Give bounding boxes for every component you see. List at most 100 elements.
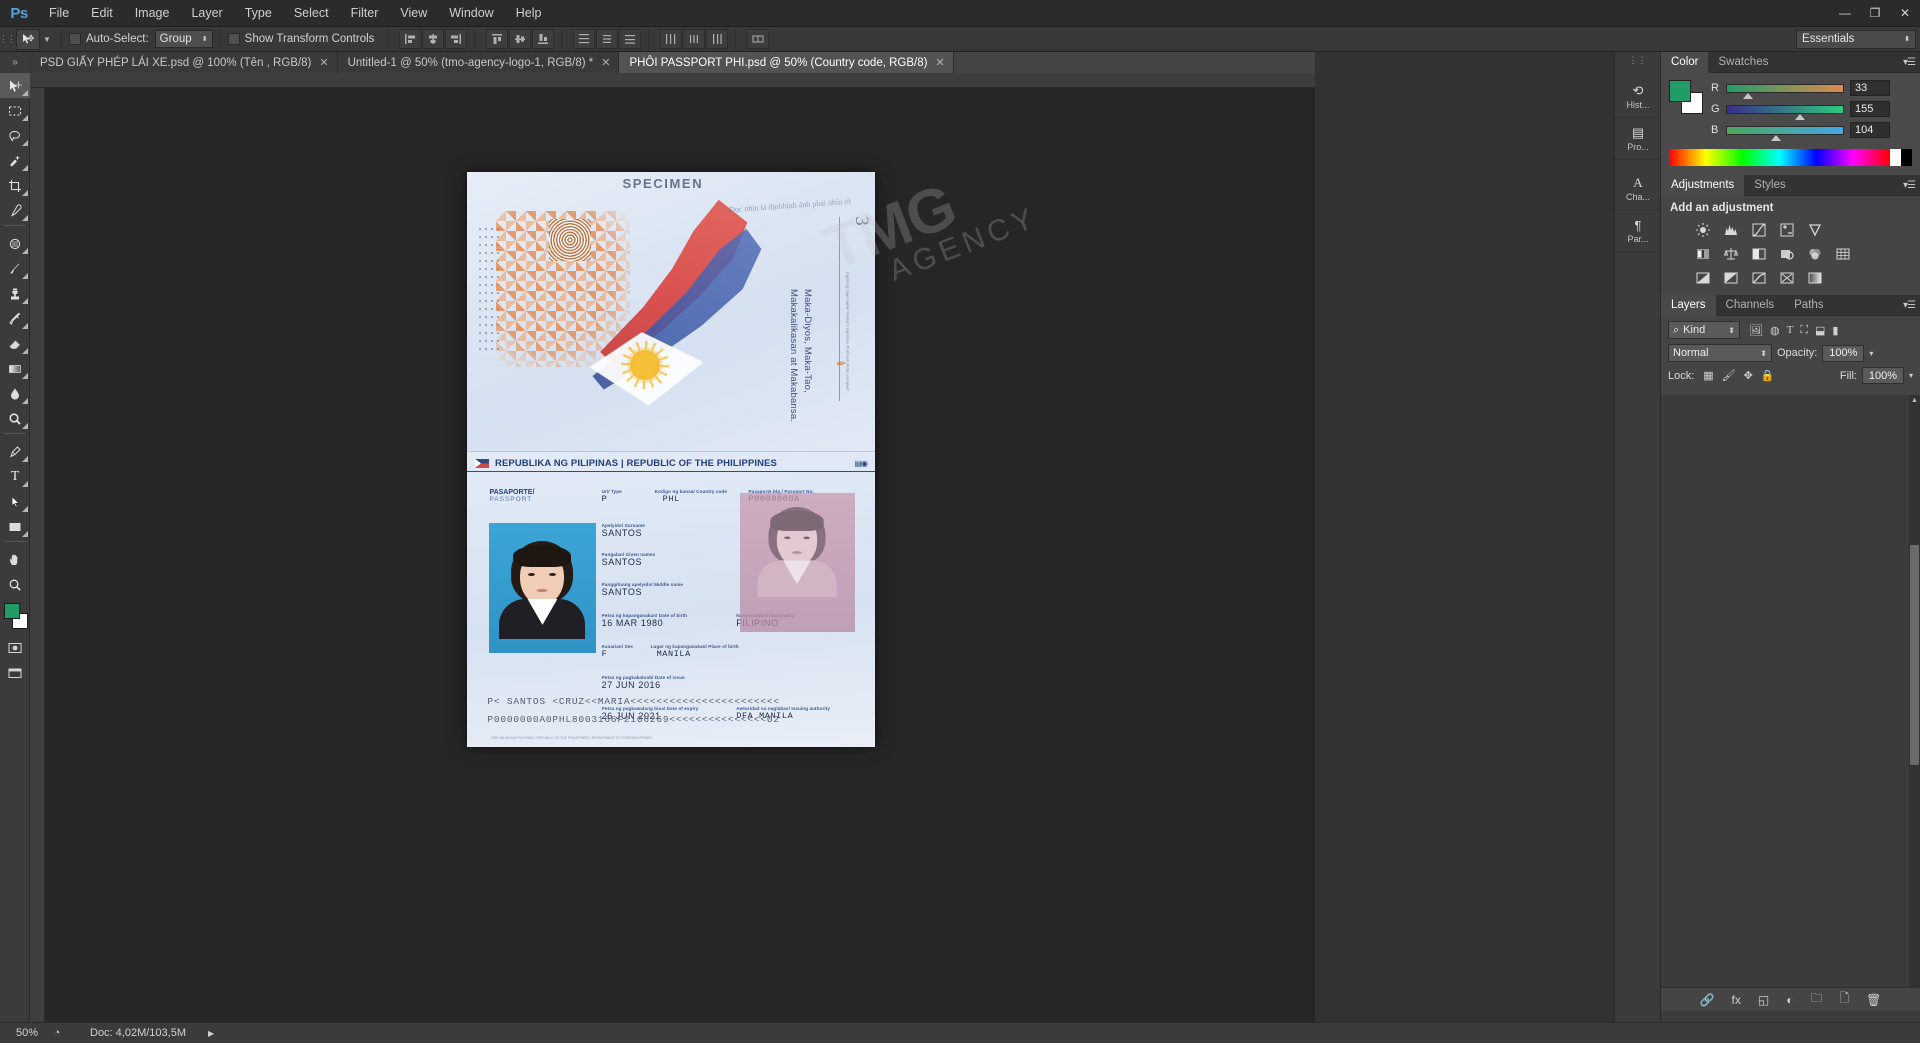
filter-smart-objects-icon[interactable]: ⬓ bbox=[1815, 324, 1825, 337]
tool-spot-healing-brush[interactable] bbox=[0, 231, 30, 256]
workspace-switcher[interactable]: Essentials ⬍ bbox=[1796, 29, 1916, 49]
distribute-top-icon[interactable] bbox=[573, 29, 596, 49]
color-balance-icon[interactable] bbox=[1722, 245, 1739, 262]
posterize-icon[interactable] bbox=[1722, 269, 1739, 286]
new-layer-icon[interactable]: 🗋 bbox=[1840, 989, 1850, 1010]
layer-mask-icon[interactable]: ◱ bbox=[1758, 993, 1769, 1007]
tool-preset-caret-icon[interactable]: ▼ bbox=[40, 35, 54, 44]
canvas-area[interactable]: SPECIMEN Đọc nhìn là địnhhình ảnh phải n… bbox=[45, 88, 1315, 1022]
maximize-button[interactable]: ❐ bbox=[1860, 0, 1890, 27]
lock-image-pixels-icon[interactable]: 🖌 bbox=[1722, 369, 1736, 382]
tool-screen-mode[interactable] bbox=[0, 660, 30, 685]
curves-icon[interactable] bbox=[1750, 221, 1767, 238]
link-layers-icon[interactable]: 🔗 bbox=[1700, 993, 1715, 1007]
opacity-value[interactable]: 100% bbox=[1822, 344, 1865, 362]
dock-mini-grip[interactable]: ⋮⋮ bbox=[1615, 52, 1660, 68]
filter-shape-layers-icon[interactable]: ⛶ bbox=[1800, 324, 1808, 337]
fill-dropdown-arrow-icon[interactable]: ▾ bbox=[1909, 371, 1913, 380]
filter-toggle-switch[interactable]: ▮ bbox=[1832, 324, 1838, 337]
lock-transparent-pixels-icon[interactable]: ▦ bbox=[1703, 369, 1713, 382]
vibrance-icon[interactable] bbox=[1806, 221, 1823, 238]
tab-color[interactable]: Color bbox=[1661, 51, 1709, 73]
color-lookup-icon[interactable] bbox=[1834, 245, 1851, 262]
menu-type[interactable]: Type bbox=[234, 0, 283, 27]
spectrum-white-swatch[interactable] bbox=[1890, 149, 1901, 166]
channel-g-slider[interactable] bbox=[1726, 104, 1844, 120]
new-group-icon[interactable]: 🗀 bbox=[1810, 989, 1822, 1010]
menu-file[interactable]: File bbox=[38, 0, 80, 27]
align-bottom-edges-icon[interactable] bbox=[532, 29, 555, 49]
layer-filter-kind-dropdown[interactable]: ⌕ Kind ⬍ bbox=[1668, 321, 1740, 339]
invert-icon[interactable] bbox=[1694, 269, 1711, 286]
panel-paragraph-collapsed[interactable]: ¶ Par... bbox=[1615, 210, 1661, 252]
tab-paths[interactable]: Paths bbox=[1784, 295, 1833, 316]
align-horizontal-centers-icon[interactable] bbox=[422, 29, 445, 49]
tool-quick-selection[interactable] bbox=[0, 148, 30, 173]
layers-panel-menu-icon[interactable]: ▾☰ bbox=[1903, 300, 1916, 311]
tool-quick-mask[interactable] bbox=[0, 635, 30, 660]
move-tool-icon[interactable] bbox=[16, 28, 40, 50]
menu-layer[interactable]: Layer bbox=[180, 0, 233, 27]
tab-document-3[interactable]: PHÔI PASSPORT PHI.psd @ 50% (Country cod… bbox=[619, 52, 954, 73]
channel-r-slider[interactable] bbox=[1726, 83, 1844, 99]
tab-close-icon-1[interactable]: ✕ bbox=[319, 56, 328, 69]
tab-document-2[interactable]: Untitled-1 @ 50% (tmo-agency-logo-1, RGB… bbox=[337, 52, 620, 73]
tool-move[interactable] bbox=[0, 73, 30, 98]
adjustments-panel-menu-icon[interactable]: ▾☰ bbox=[1903, 180, 1916, 191]
horizontal-ruler[interactable] bbox=[30, 73, 1315, 88]
panel-history-collapsed[interactable]: ⟲ Hist... bbox=[1615, 76, 1661, 118]
black-white-icon[interactable] bbox=[1750, 245, 1767, 262]
tool-rectangular-marquee[interactable] bbox=[0, 98, 30, 123]
menu-image[interactable]: Image bbox=[124, 0, 181, 27]
delete-layer-icon[interactable]: 🗑 bbox=[1866, 993, 1881, 1007]
tab-adjustments[interactable]: Adjustments bbox=[1661, 174, 1745, 196]
tool-eraser[interactable] bbox=[0, 331, 30, 356]
filter-adjustment-layers-icon[interactable]: ◍ bbox=[1770, 324, 1780, 337]
tab-styles[interactable]: Styles bbox=[1744, 175, 1795, 196]
tab-document-1[interactable]: PSD GIẤY PHÉP LÁI XE.psd @ 100% (Tên , R… bbox=[30, 52, 338, 73]
distribute-bottom-icon[interactable] bbox=[619, 29, 642, 49]
tool-type[interactable]: T bbox=[0, 464, 30, 489]
tool-rectangle[interactable] bbox=[0, 514, 30, 539]
foreground-color-swatch[interactable] bbox=[4, 603, 20, 619]
scroll-up-arrow-icon[interactable]: ▲ bbox=[1909, 395, 1920, 406]
panel-properties-collapsed[interactable]: ▤ Pro... bbox=[1615, 118, 1661, 160]
layers-scrollbar-thumb[interactable] bbox=[1910, 545, 1919, 765]
tool-eyedropper[interactable] bbox=[0, 198, 30, 223]
tab-close-icon-3[interactable]: ✕ bbox=[935, 56, 944, 69]
show-transform-checkbox[interactable] bbox=[227, 33, 240, 45]
tool-dodge[interactable] bbox=[0, 406, 30, 431]
distribute-center-icon[interactable] bbox=[596, 29, 619, 49]
auto-select-dropdown[interactable]: Group ⬍ bbox=[154, 30, 213, 48]
lock-all-icon[interactable]: 🔒 bbox=[1761, 369, 1775, 382]
spectrum-bar[interactable] bbox=[1669, 149, 1890, 166]
gradient-map-icon[interactable] bbox=[1806, 269, 1823, 286]
menu-filter[interactable]: Filter bbox=[340, 0, 390, 27]
align-top-edges-icon[interactable] bbox=[486, 29, 509, 49]
exposure-icon[interactable] bbox=[1778, 221, 1795, 238]
tool-zoom[interactable] bbox=[0, 572, 30, 597]
fill-value[interactable]: 100% bbox=[1861, 367, 1904, 384]
spectrum-black-swatch[interactable] bbox=[1901, 149, 1912, 166]
menu-view[interactable]: View bbox=[389, 0, 438, 27]
align-right-edges-icon[interactable] bbox=[445, 29, 468, 49]
vertical-ruler[interactable] bbox=[30, 88, 45, 1022]
tab-channels[interactable]: Channels bbox=[1716, 295, 1785, 316]
menu-help[interactable]: Help bbox=[505, 0, 553, 27]
adjustment-layer-icon[interactable]: ◐ bbox=[1786, 993, 1793, 1007]
tool-pen[interactable] bbox=[0, 439, 30, 464]
tool-history-brush[interactable] bbox=[0, 306, 30, 331]
filter-type-layers-icon[interactable]: T bbox=[1787, 324, 1794, 336]
channel-g-value[interactable]: 155 bbox=[1850, 101, 1890, 117]
photo-filter-icon[interactable] bbox=[1778, 245, 1795, 262]
blend-mode-dropdown[interactable]: Normal ⬍ bbox=[1668, 344, 1772, 362]
align-left-edges-icon[interactable] bbox=[399, 29, 422, 49]
tool-gradient[interactable] bbox=[0, 356, 30, 381]
color-spectrum-ramp[interactable] bbox=[1669, 149, 1912, 166]
status-expand-arrow-icon[interactable]: ▶ bbox=[186, 1029, 214, 1038]
tool-lasso[interactable] bbox=[0, 123, 30, 148]
distribute-hcenter-icon[interactable] bbox=[683, 29, 706, 49]
auto-select-checkbox[interactable] bbox=[69, 33, 81, 45]
tab-close-icon-2[interactable]: ✕ bbox=[601, 56, 610, 69]
layers-scrollbar[interactable]: ▲ bbox=[1909, 395, 1920, 987]
